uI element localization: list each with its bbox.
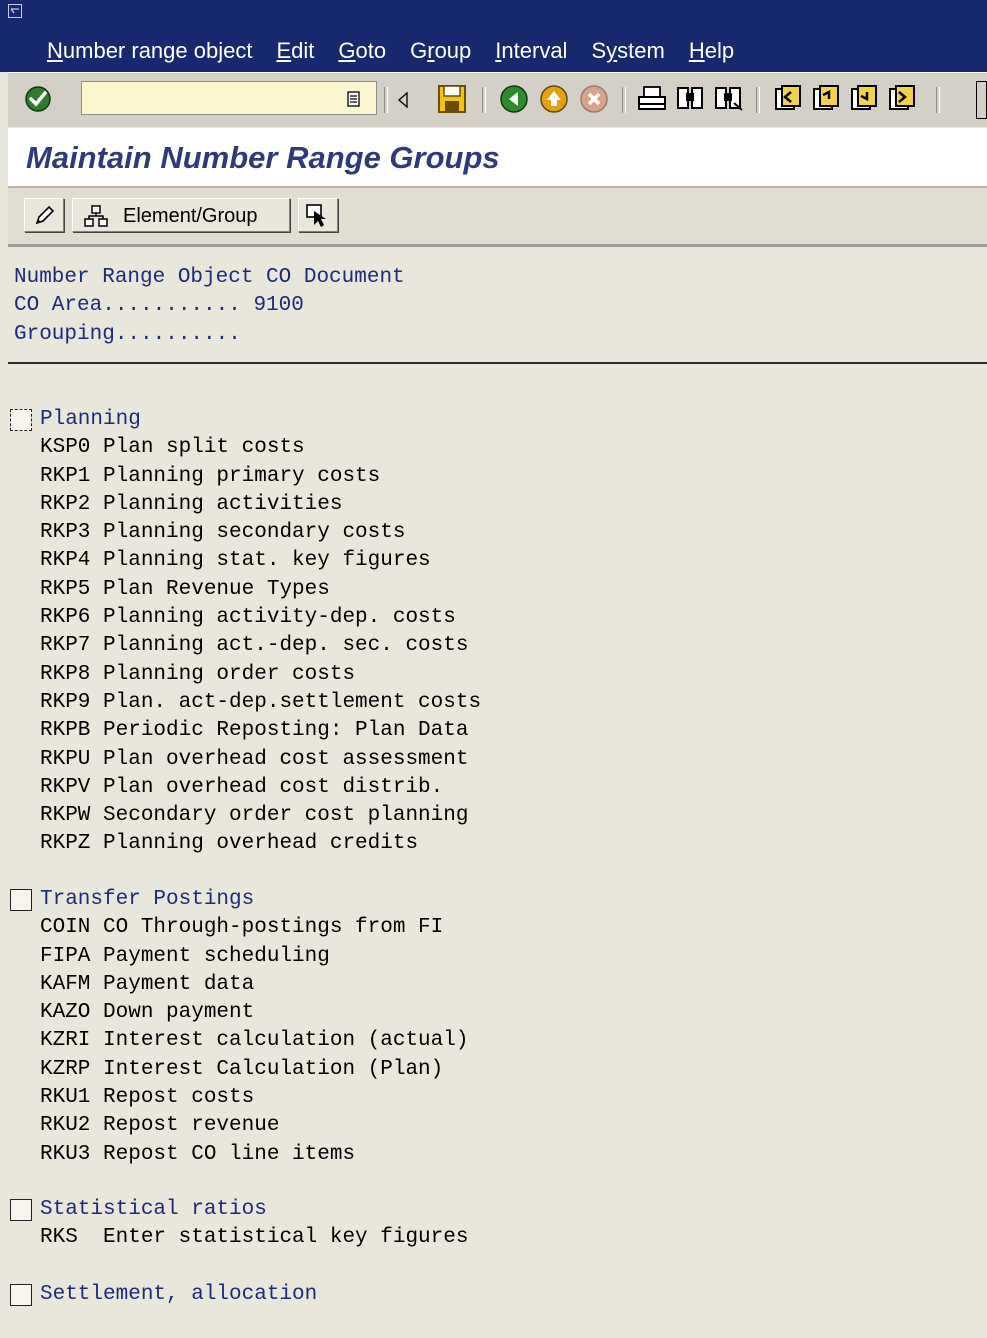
group-element[interactable]: RKU2 Repost revenue (8, 1112, 468, 1140)
group-element[interactable]: RKPW Secondary order cost planning (8, 802, 481, 830)
element-group-button[interactable]: Element/Group (72, 198, 290, 232)
enter-icon[interactable] (22, 83, 54, 115)
group-header: Planning (8, 406, 481, 434)
menu-item-edit[interactable]: Edit (276, 38, 314, 64)
cursor-select-icon (306, 204, 326, 227)
group-element[interactable]: RKP2 Planning activities (8, 491, 481, 519)
number-range-group: Planning KSP0 Plan split costs RKP1 Planni… (8, 406, 481, 859)
header-object-line: Number Range Object CO Document (14, 266, 405, 289)
back-icon[interactable] (498, 83, 530, 115)
command-field[interactable] (81, 81, 377, 115)
header-divider (8, 362, 987, 364)
group-title[interactable]: Planning (40, 406, 141, 434)
separator (384, 87, 388, 113)
menu-items: Number range object Edit Goto Group Interval… (47, 38, 758, 64)
number-range-group: Transfer Postings COIN CO Through-posting… (8, 886, 468, 1169)
group-element[interactable]: RKP8 Planning order costs (8, 661, 481, 689)
separator (482, 87, 486, 113)
separator (936, 87, 940, 113)
group-element[interactable]: RKP3 Planning secondary costs (8, 519, 481, 547)
group-checkbox[interactable] (10, 1284, 32, 1306)
page-title: Maintain Number Range Groups (26, 140, 500, 175)
number-range-group: Statistical ratios RKS Enter statistical … (8, 1196, 468, 1253)
back-arrow-icon[interactable] (396, 91, 410, 109)
group-element[interactable]: RKP1 Planning primary costs (8, 463, 481, 491)
menu-item-interval[interactable]: Interval (495, 38, 567, 64)
separator (756, 87, 760, 113)
group-element[interactable]: KZRP Interest Calculation (Plan) (8, 1056, 468, 1084)
save-icon[interactable] (436, 83, 468, 115)
print-icon[interactable] (636, 83, 668, 115)
application-toolbar: Element/Group (8, 188, 987, 247)
group-header: Statistical ratios (8, 1196, 468, 1224)
group-element[interactable]: FIPA Payment scheduling (8, 943, 468, 971)
group-element[interactable]: RKPU Plan overhead cost assessment (8, 746, 481, 774)
group-element[interactable]: RKU1 Repost costs (8, 1084, 468, 1112)
header-co-area-line: CO Area........... 9100 (14, 294, 304, 318)
separator (622, 87, 626, 113)
menu-bar: Number range object Edit Goto Group Interval… (0, 0, 987, 72)
first-page-icon[interactable] (772, 83, 804, 115)
group-element[interactable]: RKPB Periodic Reposting: Plan Data (8, 717, 481, 745)
hierarchy-icon (84, 205, 108, 227)
pencil-icon (35, 205, 55, 225)
menu-item-group[interactable]: Group (410, 38, 471, 64)
history-icon[interactable] (344, 89, 364, 109)
group-element[interactable]: KSP0 Plan split costs (8, 434, 481, 462)
system-menu-icon[interactable] (8, 4, 22, 18)
find-next-icon[interactable] (712, 83, 744, 115)
find-icon[interactable] (674, 83, 706, 115)
change-button[interactable] (24, 198, 64, 232)
group-element[interactable]: RKP5 Plan Revenue Types (8, 576, 481, 604)
menu-item-number-range-object[interactable]: Number range object (47, 38, 252, 64)
group-title[interactable]: Statistical ratios (40, 1196, 267, 1224)
cancel-icon[interactable] (578, 83, 610, 115)
group-element[interactable]: COIN CO Through-postings from FI (8, 914, 468, 942)
header-grouping-line: Grouping.......... (14, 322, 241, 346)
group-element[interactable]: KZRI Interest calculation (actual) (8, 1027, 468, 1055)
menu-item-help[interactable]: Help (689, 38, 734, 64)
title-bar: Maintain Number Range Groups (8, 128, 987, 188)
toolbar-overflow[interactable] (976, 81, 987, 119)
content-area: Number Range Object CO Document CO Area..… (8, 248, 987, 1338)
group-element[interactable]: RKP7 Planning act.-dep. sec. costs (8, 632, 481, 660)
group-element[interactable]: KAFM Payment data (8, 971, 468, 999)
group-element[interactable]: RKU3 Repost CO line items (8, 1141, 468, 1169)
previous-page-icon[interactable] (810, 83, 842, 115)
group-checkbox[interactable] (10, 409, 32, 431)
group-element[interactable]: RKPZ Planning overhead credits (8, 830, 481, 858)
standard-toolbar (8, 72, 987, 127)
object-header: Number Range Object CO Document CO Area..… (14, 264, 405, 349)
group-header: Transfer Postings (8, 886, 468, 914)
menu-item-goto[interactable]: Goto (338, 38, 386, 64)
group-element[interactable]: RKP9 Plan. act-dep.settlement costs (8, 689, 481, 717)
select-button[interactable] (298, 198, 338, 232)
group-title[interactable]: Settlement, allocation (40, 1281, 317, 1309)
group-element[interactable]: RKPV Plan overhead cost distrib. (8, 774, 481, 802)
group-element[interactable]: RKP6 Planning activity-dep. costs (8, 604, 481, 632)
group-element[interactable]: RKS Enter statistical key figures (8, 1224, 468, 1252)
menu-item-system[interactable]: System (591, 38, 664, 64)
next-page-icon[interactable] (848, 83, 880, 115)
group-checkbox[interactable] (10, 1199, 32, 1221)
exit-icon[interactable] (538, 83, 570, 115)
element-group-label: Element/Group (123, 205, 258, 227)
group-checkbox[interactable] (10, 889, 32, 911)
group-title[interactable]: Transfer Postings (40, 886, 254, 914)
group-element[interactable]: RKP4 Planning stat. key figures (8, 547, 481, 575)
group-element[interactable]: KAZO Down payment (8, 999, 468, 1027)
last-page-icon[interactable] (886, 83, 918, 115)
